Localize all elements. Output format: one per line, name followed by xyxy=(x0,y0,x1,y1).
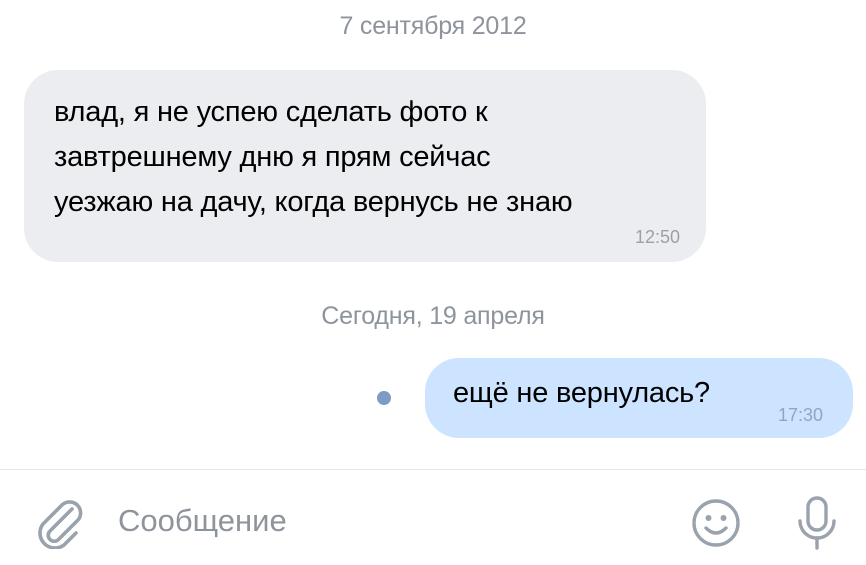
microphone-icon xyxy=(798,496,836,550)
message-time: 17:30 xyxy=(777,405,823,425)
message-input[interactable] xyxy=(118,498,658,544)
attach-button[interactable] xyxy=(32,495,86,549)
paperclip-icon xyxy=(38,500,83,549)
message-composer xyxy=(0,470,866,565)
chat-screen: 7 сентября 2012 влад, я не успею сделать… xyxy=(0,0,866,565)
date-separator: Сегодня, 19 апреля xyxy=(321,302,545,330)
emoji-button[interactable] xyxy=(690,497,742,549)
message-text: влад, я не успею сделать фото к завтрешн… xyxy=(54,96,573,218)
message-time: 12:50 xyxy=(634,227,680,247)
outgoing-message-bubble[interactable]: ещё не вернулась? 17:30 xyxy=(425,358,853,438)
incoming-message-bubble[interactable]: влад, я не успею сделать фото к завтрешн… xyxy=(24,70,706,262)
date-separator: 7 сентября 2012 xyxy=(339,12,527,40)
message-text: ещё не вернулась? xyxy=(453,377,710,409)
smiley-icon xyxy=(692,499,740,547)
unread-indicator xyxy=(377,391,391,405)
voice-message-button[interactable] xyxy=(792,494,842,552)
